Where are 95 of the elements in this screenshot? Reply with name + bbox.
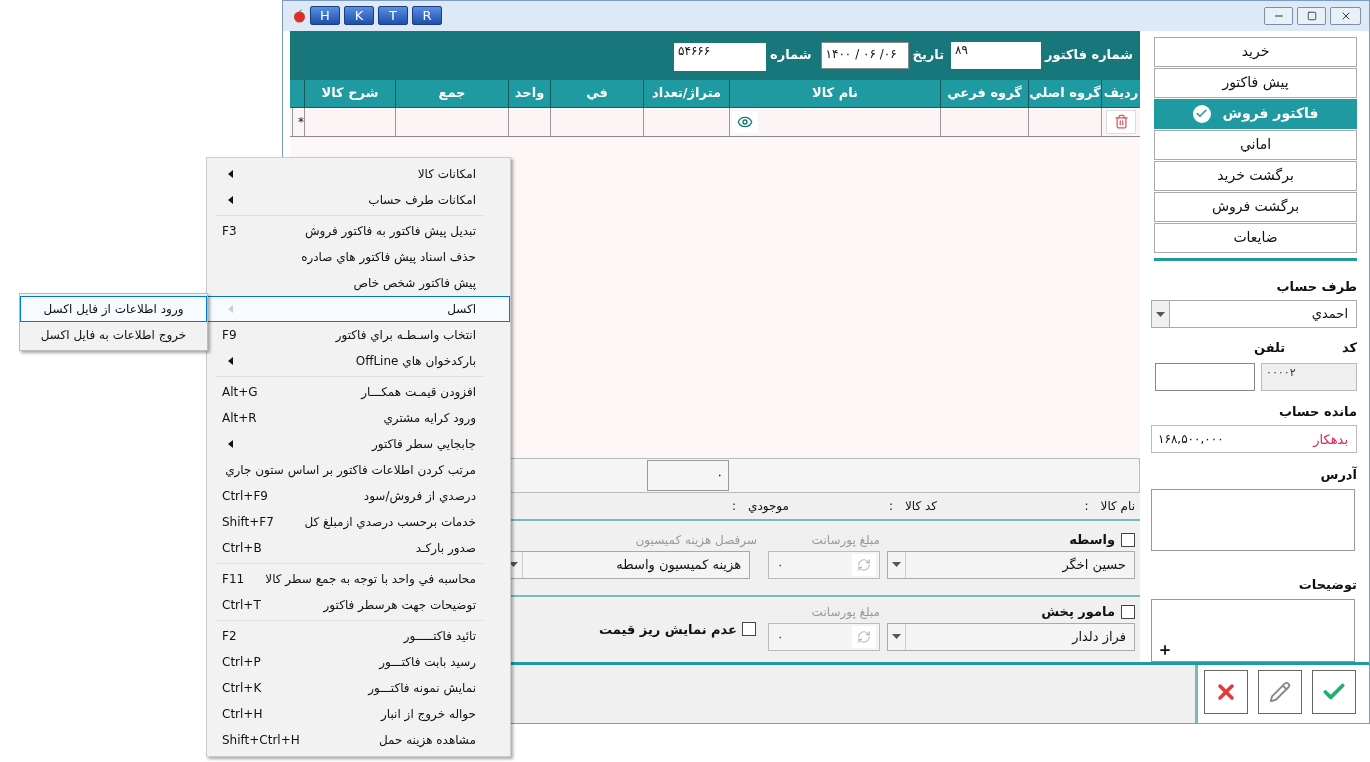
phone-field[interactable] bbox=[1155, 362, 1255, 391]
amount-field[interactable]: ۰ bbox=[768, 550, 880, 579]
caret-down-icon bbox=[1156, 311, 1165, 317]
shortcut-label: Ctrl+F9 bbox=[222, 488, 268, 505]
document-type-button[interactable]: برگشت فروش bbox=[1154, 191, 1357, 222]
document-type-button[interactable]: برگشت خريد bbox=[1154, 160, 1357, 191]
info-label: کد کالا bbox=[904, 497, 937, 515]
menu-item[interactable]: حذف اسناد پيش فاکتور هاي صادره bbox=[207, 244, 510, 270]
menu-item[interactable]: خروج اطلاعات به فايل اکسل bbox=[20, 322, 207, 348]
checkbox-label: مامور پخش bbox=[1041, 602, 1115, 621]
checkbox[interactable] bbox=[742, 622, 756, 637]
code-field[interactable]: ۰۰۰۰۲ bbox=[1261, 362, 1357, 391]
confirm-button[interactable] bbox=[1312, 669, 1356, 714]
info-label: نام کالا bbox=[1100, 497, 1135, 515]
menu-item[interactable]: پيش فاکتور شخص خاص bbox=[207, 270, 510, 296]
field-label: مبلغ پورسانت bbox=[810, 531, 880, 549]
edit-button[interactable] bbox=[1258, 669, 1302, 714]
number-field[interactable]: ۵۴۶۶۶ bbox=[674, 42, 766, 71]
document-type-button[interactable]: خريد bbox=[1154, 36, 1357, 67]
notes-field[interactable] bbox=[1151, 598, 1355, 662]
document-type-button[interactable]: اماني bbox=[1154, 129, 1357, 160]
shortcut-label: Alt+G bbox=[222, 384, 258, 401]
caret-down-icon bbox=[892, 562, 901, 568]
shortcut-label: Ctrl+K bbox=[222, 680, 262, 697]
field-label: مبلغ پورسانت bbox=[811, 603, 880, 621]
shortcut-label: Ctrl+P bbox=[222, 654, 261, 671]
account-dropdown[interactable]: احمدي bbox=[1151, 300, 1357, 329]
caret-down-icon bbox=[509, 562, 518, 568]
menu-item[interactable]: ورود اطلاعات از فايل اکسل bbox=[20, 296, 207, 322]
menu-item[interactable]: بارکدخوان هاي OffLine bbox=[207, 348, 510, 374]
menu-item[interactable]: امکانات طرف حساب bbox=[207, 187, 510, 213]
submenu-arrow-icon bbox=[228, 196, 233, 204]
pencil-icon bbox=[1269, 680, 1291, 703]
submenu-arrow-icon bbox=[228, 440, 233, 448]
minimize-button[interactable] bbox=[1264, 6, 1293, 25]
apple-icon bbox=[293, 8, 306, 23]
field-label: سرفصل هزينه کميسيون bbox=[635, 531, 757, 549]
shortcut-label: Alt+R bbox=[222, 410, 257, 427]
date-field[interactable]: ۱۴۰۰ / ۰۶ /۰۶ bbox=[820, 41, 909, 69]
submenu-arrow-icon bbox=[228, 170, 233, 178]
total-field[interactable]: ۰ bbox=[647, 459, 729, 491]
toolbar-button[interactable]: H bbox=[310, 6, 340, 26]
shortcut-label: F9 bbox=[222, 327, 237, 344]
document-type-button[interactable]: پيش فاکتور bbox=[1154, 67, 1357, 98]
field-label: تلفن bbox=[1254, 339, 1286, 358]
balance-status: بدهکار bbox=[1313, 430, 1348, 449]
field-label: آدرس bbox=[1319, 465, 1357, 485]
submenu-arrow-icon bbox=[228, 305, 233, 313]
checkbox[interactable] bbox=[1121, 532, 1135, 547]
info-separator: : bbox=[888, 497, 893, 515]
cancel-button[interactable] bbox=[1204, 669, 1248, 714]
submenu-arrow-icon bbox=[228, 357, 233, 365]
info-separator: : bbox=[1084, 497, 1089, 515]
field-label: طرف حساب bbox=[1275, 277, 1357, 296]
shortcut-label: Shift+Ctrl+H bbox=[222, 732, 300, 749]
refresh-icon bbox=[857, 557, 871, 572]
amount-field[interactable]: ۰ bbox=[768, 622, 880, 651]
field-label: توضيحات bbox=[1297, 576, 1357, 595]
checkbox-label: عدم نمايش ريز قيمت bbox=[599, 620, 737, 640]
toolbar-button[interactable]: K bbox=[344, 6, 374, 26]
shortcut-label: F11 bbox=[222, 571, 245, 588]
broker-dropdown[interactable]: حسين اخگر bbox=[887, 550, 1135, 579]
maximize-icon bbox=[1306, 10, 1317, 21]
field-label: مانده حساب bbox=[1277, 402, 1357, 421]
shortcut-label: Ctrl+H bbox=[222, 706, 263, 723]
checkbox[interactable] bbox=[1121, 604, 1135, 619]
menu-item[interactable]: اکسل bbox=[207, 296, 510, 322]
menu-item[interactable]: جابجايي سطر فاکتور bbox=[207, 431, 510, 457]
field-label: تاريخ bbox=[912, 46, 945, 65]
shortcut-label: Ctrl+T bbox=[222, 597, 261, 614]
shortcut-label: F2 bbox=[222, 628, 237, 645]
field-label: شماره bbox=[770, 46, 812, 65]
field-label: شماره فاکتور bbox=[1045, 46, 1133, 65]
shortcut-label: Shift+F7 bbox=[222, 514, 274, 531]
balance-amount: ۱۶۸,۵۰۰,۰۰۰ bbox=[1158, 431, 1224, 449]
close-button[interactable] bbox=[1330, 6, 1361, 25]
invoice-number-field[interactable]: ۸۹ bbox=[951, 41, 1042, 69]
shortcut-label: Ctrl+B bbox=[222, 540, 262, 557]
menu-item[interactable]: مرتب کردن اطلاعات فاکتور بر اساس ستون جاري bbox=[207, 457, 510, 483]
address-field[interactable] bbox=[1151, 488, 1355, 552]
shortcut-label: F3 bbox=[222, 223, 237, 240]
trash-icon[interactable] bbox=[1113, 114, 1129, 130]
menu-item[interactable]: امکانات کالا bbox=[207, 161, 510, 187]
plus-icon[interactable] bbox=[1158, 642, 1172, 657]
info-label: موجودي bbox=[748, 497, 789, 515]
caret-down-icon bbox=[892, 634, 901, 640]
refresh-icon bbox=[857, 629, 871, 644]
maximize-button[interactable] bbox=[1297, 6, 1326, 25]
field-label: کد bbox=[1341, 339, 1357, 358]
toolbar-button[interactable]: T bbox=[378, 6, 408, 26]
distributor-dropdown[interactable]: فراز دلدار bbox=[887, 622, 1135, 651]
info-separator: : bbox=[731, 497, 736, 515]
toolbar-button[interactable]: R bbox=[412, 6, 442, 26]
document-type-button[interactable]: ضايعات bbox=[1154, 222, 1357, 253]
checkbox-label: واسطه bbox=[1069, 530, 1115, 549]
